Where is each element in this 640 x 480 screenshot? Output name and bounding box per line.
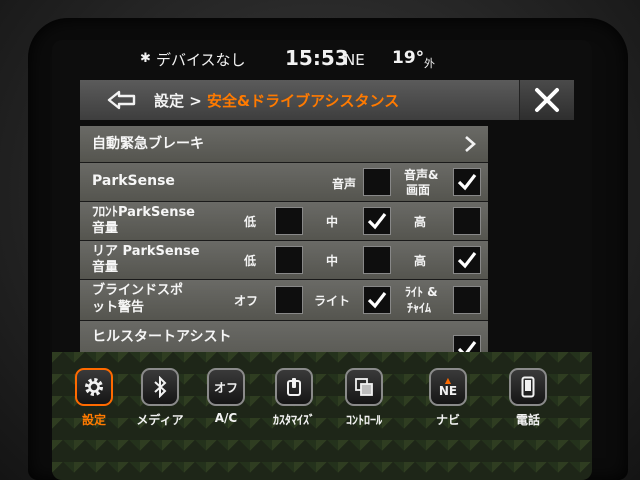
row-label-line1: ﾌﾛﾝﾄParkSense [92,205,195,220]
radio-blind-spot-off[interactable] [275,286,303,314]
nav-navigation[interactable]: ▲ NE ナビ [418,368,478,428]
nav-customize[interactable]: ｶｽﾀﾏｲｽﾞ [264,368,324,428]
nav-label: メディア [136,413,184,427]
nav-ac[interactable]: オフ A/C [196,368,256,425]
chevron-right-icon [465,136,476,152]
nav-label: ナビ [435,413,460,427]
option-label-off: オフ [234,294,259,308]
radio-front-high[interactable] [453,207,481,235]
back-button[interactable] [102,86,142,114]
compass-direction: NE [344,51,365,69]
controls-icon [345,368,383,406]
row-label-line2: 音量 [92,260,119,275]
status-bar: ✱ デバイスなし 15:53 NE 19° 外 [52,46,592,72]
row-label-line1: ブラインドスポ [92,283,184,298]
breadcrumb-parent: 設定 > [154,92,208,110]
device-status: デバイスなし [156,51,246,69]
option-label-mid: 中 [326,215,339,229]
checkmark-icon [457,174,477,191]
radio-front-low[interactable] [275,207,303,235]
row-rear-parksense-volume: リア ParkSense 音量 低 中 高 [80,241,488,280]
option-label-sound-display-1: 音声& [404,168,439,182]
radio-blind-spot-light-chime[interactable] [453,286,481,314]
row-label: 自動緊急ブレーキ [92,136,204,152]
row-label: ヒルスタートアシスト [92,329,232,345]
row-automatic-emergency-brake[interactable]: 自動緊急ブレーキ [80,126,488,163]
page-header: 設定 > 安全&ドライブアシスタンス [80,80,574,120]
row-blind-spot-warning: ブラインドスポ ット警告 オフ ライト ﾗｲﾄ & ﾁｬｲﾑ [80,280,488,321]
bottom-nav-bar: 設定 メディア オフ A/C ｶｽﾀﾏｲｽﾞ ｺﾝﾄﾛｰﾙ ▲ NE ナビ 電話 [52,352,592,480]
nav-label: A/C [214,411,238,425]
radio-blind-spot-light[interactable] [363,286,391,314]
option-label-light: ライト [314,294,351,308]
row-label-line2: ット警告 [92,300,145,315]
radio-rear-mid[interactable] [363,246,391,274]
compass-direction-label: NE [438,383,458,398]
checkbox-sound[interactable] [363,168,391,196]
nav-settings[interactable]: 設定 [64,368,124,428]
radio-rear-low[interactable] [275,246,303,274]
row-label: ParkSense [92,173,175,189]
radio-rear-high[interactable] [453,246,481,274]
bluetooth-icon: ✱ [140,51,151,66]
nav-controls[interactable]: ｺﾝﾄﾛｰﾙ [334,368,394,428]
option-label-high: 高 [414,215,427,229]
checkmark-icon [457,252,477,269]
outside-label: 外 [424,57,435,70]
gear-icon [75,368,113,406]
customize-icon [275,368,313,406]
nav-label: ｶｽﾀﾏｲｽﾞ [272,413,315,427]
phone-icon [509,368,547,406]
compass-icon: ▲ NE [429,368,467,406]
close-button[interactable] [519,80,574,120]
infotainment-screen: ✱ デバイスなし 15:53 NE 19° 外 設定 > 安全&ドライブアシスタ… [52,40,592,480]
option-label-sound: 音声 [332,177,357,191]
nav-phone[interactable]: 電話 [498,368,558,428]
option-label-low: 低 [244,215,257,229]
close-icon [535,88,559,112]
option-label-sound-display-2: 画面 [406,183,431,197]
nav-label: 電話 [515,413,540,427]
breadcrumb: 設定 > 安全&ドライブアシスタンス [154,90,399,111]
clock: 15:53 [285,46,349,70]
row-front-parksense-volume: ﾌﾛﾝﾄParkSense 音量 低 中 高 [80,202,488,241]
ac-off-indicator: オフ [207,368,245,406]
option-label-low: 低 [244,254,257,268]
settings-list: 自動緊急ブレーキ ParkSense 音声 音声& 画面 ﾌﾛﾝﾄParkSen… [80,126,488,368]
nav-label: 設定 [81,413,106,427]
outside-temperature: 19° [392,48,425,68]
checkmark-icon [367,213,387,230]
nav-label: ｺﾝﾄﾛｰﾙ [345,413,382,427]
option-label-mid: 中 [326,254,339,268]
row-label-line2: 音量 [92,221,119,236]
row-parksense: ParkSense 音声 音声& 画面 [80,163,488,202]
option-label-high: 高 [414,254,427,268]
nav-media[interactable]: メディア [130,368,190,428]
bluetooth-icon [141,368,179,406]
back-arrow-icon [107,90,136,110]
checkbox-sound-display[interactable] [453,168,481,196]
radio-front-mid[interactable] [363,207,391,235]
option-label-light-chime-2: ﾁｬｲﾑ [407,301,432,315]
row-label-line1: リア ParkSense [92,244,200,259]
page-title: 安全&ドライブアシスタンス [207,92,400,110]
checkmark-icon [367,292,387,309]
option-label-light-chime-1: ﾗｲﾄ & [405,285,438,299]
